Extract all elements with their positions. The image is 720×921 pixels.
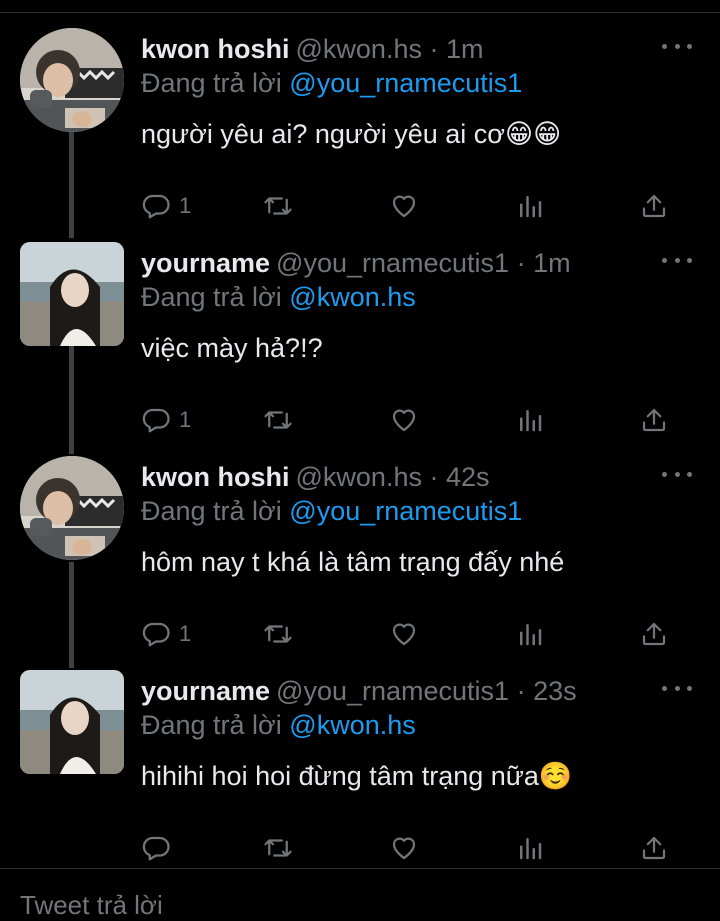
share-button[interactable] (639, 828, 669, 868)
author-name[interactable]: kwon hoshi (141, 462, 290, 492)
author-handle[interactable]: @you_rnamecutis1 (276, 676, 509, 706)
author-handle[interactable]: @kwon.hs (296, 462, 422, 492)
reply-icon (142, 622, 170, 647)
reply-icon (142, 194, 170, 219)
reply-mention[interactable]: @kwon.hs (289, 710, 415, 740)
replying-to-label: Đang trả lời (141, 496, 282, 526)
share-button[interactable] (639, 186, 669, 226)
like-button[interactable] (389, 828, 419, 868)
author-name[interactable]: yourname (141, 248, 270, 278)
avatar-yourname[interactable] (20, 670, 124, 774)
retweet-icon (264, 625, 292, 643)
more-icon[interactable] (662, 676, 692, 700)
reply-icon (142, 836, 170, 861)
retweet-icon (264, 411, 292, 429)
more-icon[interactable] (662, 462, 692, 486)
replying-to-line: Đang trả lời @you_rnamecutis1 (141, 494, 701, 528)
replying-to-label: Đang trả lời (141, 282, 282, 312)
share-icon (642, 408, 666, 432)
views-button[interactable] (515, 400, 545, 440)
tweet-actions: 1 (141, 614, 681, 654)
retweet-button[interactable] (263, 614, 293, 654)
like-button[interactable] (389, 186, 419, 226)
thread: kwon hoshi @kwon.hs · 1m Đang trả lời @yo… (0, 0, 720, 912)
timestamp[interactable]: 1m (446, 34, 484, 64)
retweet-button[interactable] (263, 186, 293, 226)
timestamp[interactable]: 1m (533, 248, 571, 278)
reply-input[interactable]: Tweet trả lời (20, 890, 163, 921)
share-icon (642, 194, 666, 218)
tweet-text: hihihi hoi hoi đừng tâm trạng nữa☺️ (141, 761, 573, 791)
reply-count: 1 (179, 193, 192, 218)
views-icon (520, 410, 542, 432)
timestamp[interactable]: 42s (446, 462, 490, 492)
avatar-image (20, 242, 124, 346)
author-name[interactable]: yourname (141, 676, 270, 706)
heart-icon (392, 623, 416, 646)
avatar-kwon-hoshi[interactable] (20, 456, 124, 560)
share-button[interactable] (639, 400, 669, 440)
share-icon (642, 622, 666, 646)
timestamp[interactable]: 23s (533, 676, 577, 706)
tweet-text: hôm nay t khá là tâm trạng đấy nhé (141, 547, 565, 577)
tweet-actions: 1 (141, 400, 681, 440)
retweet-button[interactable] (263, 400, 293, 440)
heart-icon (392, 195, 416, 218)
retweet-button[interactable] (263, 828, 293, 868)
reply-bar-divider (0, 868, 720, 869)
tweet-actions: 1 (141, 186, 681, 226)
reply-count: 1 (179, 407, 192, 432)
avatar-image (20, 670, 124, 774)
reply-mention[interactable]: @you_rnamecutis1 (289, 68, 522, 98)
views-button[interactable] (515, 614, 545, 654)
reply-icon (142, 408, 170, 433)
replying-to-line: Đang trả lời @you_rnamecutis1 (141, 66, 701, 100)
tweet[interactable]: yourname @you_rnamecutis1 · 1m Đang trả l… (0, 226, 720, 440)
avatar-yourname[interactable] (20, 242, 124, 346)
reply-button[interactable]: 1 (141, 186, 191, 226)
reply-mention[interactable]: @you_rnamecutis1 (289, 496, 522, 526)
heart-icon (392, 837, 416, 860)
tweet-actions (141, 828, 681, 868)
avatar-kwon-hoshi[interactable] (20, 28, 124, 132)
replying-to-label: Đang trả lời (141, 68, 282, 98)
reply-mention[interactable]: @kwon.hs (289, 282, 415, 312)
separator-dot: · (516, 248, 526, 278)
reply-button[interactable]: 1 (141, 400, 191, 440)
tweet[interactable]: kwon hoshi @kwon.hs · 1m Đang trả lời @yo… (0, 12, 720, 226)
retweet-icon (264, 197, 292, 215)
author-handle[interactable]: @kwon.hs (296, 34, 422, 64)
views-icon (520, 838, 542, 860)
author-handle[interactable]: @you_rnamecutis1 (276, 248, 509, 278)
retweet-icon (264, 839, 292, 857)
views-icon (520, 196, 542, 218)
share-icon (642, 836, 666, 860)
replying-to-line: Đang trả lời @kwon.hs (141, 280, 701, 314)
tweet[interactable]: kwon hoshi @kwon.hs · 42s Đang trả lời @y… (0, 440, 720, 654)
reply-button[interactable] (141, 828, 179, 868)
views-icon (520, 624, 542, 646)
tweet[interactable]: yourname @you_rnamecutis1 · 23s Đang trả … (0, 654, 720, 868)
tweet-text: người yêu ai? người yêu ai cơ😁😁 (141, 119, 562, 149)
views-button[interactable] (515, 186, 545, 226)
separator-dot: · (516, 676, 526, 706)
views-button[interactable] (515, 828, 545, 868)
avatar-image (20, 456, 124, 560)
separator-dot: · (429, 34, 439, 64)
share-button[interactable] (639, 614, 669, 654)
replying-to-line: Đang trả lời @kwon.hs (141, 708, 701, 742)
separator-dot: · (429, 462, 439, 492)
reply-count: 1 (179, 621, 192, 646)
heart-icon (392, 409, 416, 432)
avatar-image (20, 28, 124, 132)
like-button[interactable] (389, 614, 419, 654)
tweet-text: việc mày hả?!? (141, 333, 323, 363)
like-button[interactable] (389, 400, 419, 440)
author-name[interactable]: kwon hoshi (141, 34, 290, 64)
reply-button[interactable]: 1 (141, 614, 191, 654)
more-icon[interactable] (662, 34, 692, 58)
replying-to-label: Đang trả lời (141, 710, 282, 740)
more-icon[interactable] (662, 248, 692, 272)
